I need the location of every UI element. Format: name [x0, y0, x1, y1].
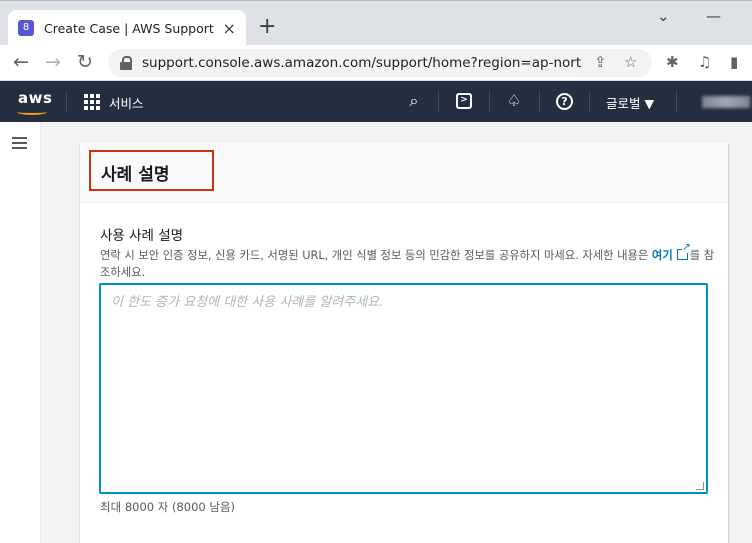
field-description-text: 연락 시 보안 인증 정보, 신용 카드, 서명된 URL, 개인 식별 정보 … — [100, 249, 649, 262]
character-count: 최대 8000 자 (8000 남음) — [100, 500, 236, 514]
browser-tab[interactable]: 8 Create Case | AWS Support Con × — [8, 10, 246, 46]
account-menu[interactable] — [702, 96, 750, 108]
panel-header: 사례 설명 — [80, 143, 728, 203]
url-text: support.console.aws.amazon.com/support/h… — [142, 55, 582, 71]
close-tab-icon[interactable]: × — [222, 19, 236, 38]
extensions-icon[interactable]: ✱ — [666, 53, 679, 71]
case-description-panel: 사례 설명 사용 사례 설명 연락 시 보안 인증 정보, 신용 카드, 서명된… — [80, 143, 728, 543]
minimize-icon[interactable]: — — [706, 7, 721, 25]
panel-title: 사례 설명 — [101, 165, 170, 185]
cloudshell-icon[interactable]: > — [456, 93, 472, 109]
aws-logo[interactable]: aws — [18, 89, 52, 107]
media-control-icon[interactable]: ♫ — [698, 53, 711, 71]
tab-title: Create Case | AWS Support Con — [44, 20, 216, 36]
header-divider — [676, 91, 677, 113]
header-divider — [539, 91, 540, 113]
side-panel-icon[interactable]: ▮ — [730, 53, 738, 71]
share-icon[interactable]: ⇪ — [594, 53, 607, 71]
textarea-placeholder: 이 한도 증가 요청에 대한 사용 사례를 알려주세요. — [111, 295, 384, 310]
services-menu-button[interactable]: 서비스 — [109, 93, 144, 112]
resize-handle-icon[interactable] — [696, 482, 704, 490]
region-selector[interactable]: 글로벌 ▼ — [606, 93, 654, 112]
aws-support-favicon-icon: 8 — [18, 20, 34, 36]
address-bar[interactable]: support.console.aws.amazon.com/support/h… — [108, 49, 652, 77]
forward-icon[interactable]: → — [45, 51, 61, 73]
external-link-icon[interactable] — [676, 243, 691, 260]
menu-hamburger-icon[interactable] — [12, 137, 27, 149]
bookmark-star-icon[interactable]: ☆ — [624, 53, 637, 71]
notifications-bell-icon[interactable]: ♤ — [503, 90, 525, 112]
header-divider — [489, 91, 490, 113]
use-case-field-label: 사용 사례 설명 — [100, 228, 184, 244]
new-tab-icon[interactable]: + — [258, 15, 276, 39]
field-description: 연락 시 보안 인증 정보, 신용 카드, 서명된 URL, 개인 식별 정보 … — [100, 243, 720, 281]
learn-more-link[interactable]: 여기 — [652, 249, 673, 262]
use-case-textarea[interactable]: 이 한도 증가 요청에 대한 사용 사례를 알려주세요. — [99, 283, 708, 494]
header-divider — [438, 91, 439, 113]
side-navigation — [0, 122, 41, 543]
reload-icon[interactable]: ↻ — [77, 51, 93, 73]
header-divider — [589, 91, 590, 113]
aws-smile-icon — [17, 109, 47, 115]
tab-search-chevron-icon[interactable]: ⌄ — [657, 7, 670, 25]
main-content: 사례 설명 사용 사례 설명 연락 시 보안 인증 정보, 신용 카드, 서명된… — [41, 122, 752, 543]
help-icon[interactable]: ? — [556, 93, 573, 110]
header-divider — [66, 91, 67, 113]
browser-toolbar: ← → ↻ support.console.aws.amazon.com/sup… — [0, 45, 752, 81]
lock-icon — [120, 56, 132, 70]
aws-console-header: aws 서비스 ⌕ > ♤ ? 글로벌 ▼ — [0, 81, 752, 122]
search-icon[interactable]: ⌕ — [403, 90, 425, 112]
back-icon[interactable]: ← — [13, 51, 29, 73]
browser-tab-strip: 8 Create Case | AWS Support Con × + ⌄ — — [0, 0, 752, 46]
services-grid-icon[interactable] — [84, 94, 100, 110]
